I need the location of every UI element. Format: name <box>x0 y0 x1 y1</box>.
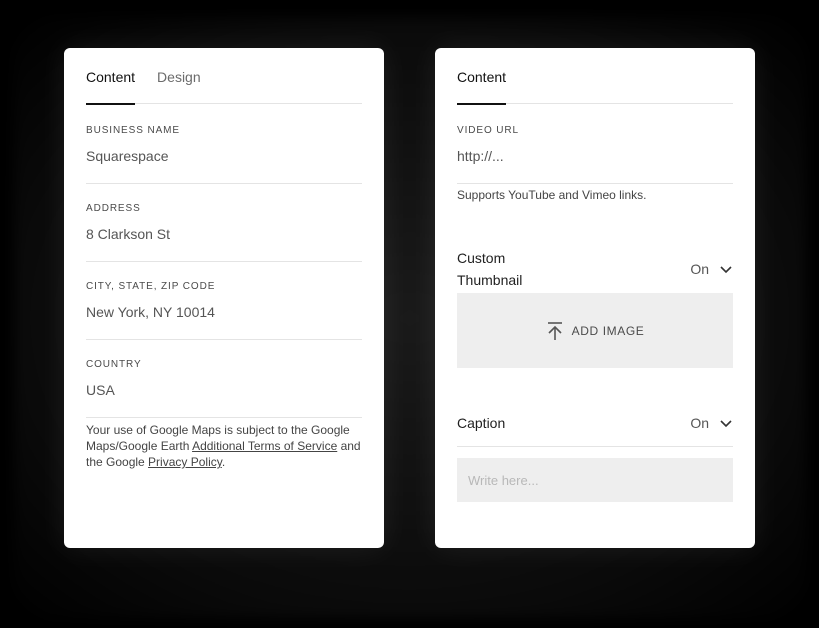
video-url-help: Supports YouTube and Vimeo links. <box>457 188 647 202</box>
tab-design[interactable]: Design <box>157 48 201 104</box>
country-value[interactable]: USA <box>86 382 362 418</box>
city-state-zip-value[interactable]: New York, NY 10014 <box>86 304 362 340</box>
privacy-policy-link[interactable]: Privacy Policy <box>148 455 222 469</box>
upload-icon <box>547 321 562 340</box>
business-name-label: BUSINESS NAME <box>86 125 180 136</box>
custom-thumbnail-title-line1: Custom <box>457 250 506 266</box>
chevron-down-icon <box>720 420 732 428</box>
address-label: ADDRESS <box>86 203 141 214</box>
add-image-button[interactable]: ADD IMAGE <box>457 293 733 368</box>
tab-content[interactable]: Content <box>86 48 136 105</box>
chevron-down-icon <box>720 266 732 274</box>
custom-thumbnail-row: Custom Thumbnail On <box>457 247 733 291</box>
video-settings-panel: Content VIDEO URL http://... Supports Yo… <box>435 48 755 548</box>
business-name-field[interactable]: BUSINESS NAME Squarespace <box>86 125 362 184</box>
business-name-value[interactable]: Squarespace <box>86 148 362 184</box>
caption-divider <box>457 446 733 447</box>
address-value[interactable]: 8 Clarkson St <box>86 226 362 262</box>
address-field[interactable]: ADDRESS 8 Clarkson St <box>86 203 362 262</box>
caption-input[interactable] <box>457 458 733 502</box>
location-settings-panel: Content Design BUSINESS NAME Squarespace… <box>64 48 384 548</box>
note-text-3: . <box>221 455 226 469</box>
country-label: COUNTRY <box>86 359 142 370</box>
tab-bar: Content Design <box>86 48 362 105</box>
country-field[interactable]: COUNTRY USA <box>86 359 362 418</box>
custom-thumbnail-toggle[interactable]: On <box>690 261 733 277</box>
caption-toggle[interactable]: On <box>690 415 733 431</box>
caption-state: On <box>690 415 709 431</box>
video-url-field[interactable]: VIDEO URL http://... <box>457 125 733 184</box>
maps-terms-note: Your use of Google Maps is subject to th… <box>86 422 362 470</box>
additional-terms-link[interactable]: Additional Terms of Service <box>192 439 337 453</box>
video-url-value[interactable]: http://... <box>457 148 733 184</box>
tab-content[interactable]: Content <box>457 48 507 105</box>
caption-title: Caption <box>457 415 506 431</box>
custom-thumbnail-state: On <box>690 261 709 277</box>
caption-row: Caption On <box>457 412 733 434</box>
city-state-zip-field[interactable]: CITY, STATE, ZIP CODE New York, NY 10014 <box>86 281 362 340</box>
custom-thumbnail-title: Custom Thumbnail <box>457 247 522 291</box>
city-state-zip-label: CITY, STATE, ZIP CODE <box>86 281 216 292</box>
tab-bar: Content <box>457 48 733 105</box>
custom-thumbnail-title-line2: Thumbnail <box>457 272 523 288</box>
video-url-label: VIDEO URL <box>457 125 520 136</box>
add-image-label: ADD IMAGE <box>571 323 645 338</box>
